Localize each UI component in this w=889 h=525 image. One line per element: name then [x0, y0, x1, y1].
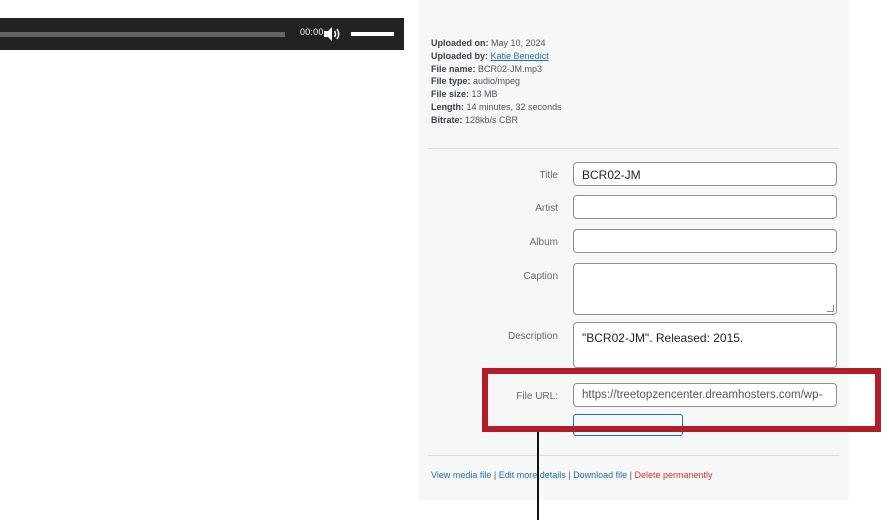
divider	[428, 148, 839, 149]
file-size-label: File size:	[431, 89, 470, 100]
uploaded-by-label: Uploaded by:	[431, 50, 489, 61]
speaker-icon[interactable]	[322, 26, 342, 42]
audio-player: 00:00	[0, 18, 404, 50]
view-media-file-link[interactable]: View media file	[431, 470, 491, 480]
description-label: Description	[507, 331, 558, 342]
divider	[428, 455, 839, 456]
annotation-pointer-line	[537, 432, 539, 520]
file-name-value: BCR02-JM.mp3	[478, 63, 543, 74]
file-metadata: Uploaded on: May 10, 2024 Uploaded by: K…	[431, 37, 562, 127]
title-field[interactable]: BCR02-JM	[573, 162, 837, 186]
volume-slider[interactable]	[351, 32, 394, 36]
bitrate-label: Bitrate:	[431, 114, 463, 125]
file-size-value: 13 MB	[471, 89, 498, 100]
file-url-highlight-box	[482, 368, 881, 432]
caption-field[interactable]	[573, 263, 837, 315]
title-label: Title	[539, 170, 558, 181]
attachment-actions: View media file | Edit more details | Do…	[431, 470, 713, 480]
file-type-value: audio/mpeg	[473, 76, 521, 87]
file-name-label: File name:	[431, 63, 476, 74]
delete-permanently-link[interactable]: Delete permanently	[634, 470, 712, 480]
separator: |	[491, 470, 499, 480]
audio-progress-bar[interactable]	[0, 32, 285, 37]
resize-handle[interactable]	[827, 305, 834, 312]
uploaded-on-value: May 10, 2024	[491, 38, 546, 48]
artist-label: Artist	[535, 203, 558, 214]
length-value: 14 minutes, 32 seconds	[466, 101, 562, 112]
edit-details-link[interactable]: Edit more details	[499, 470, 566, 480]
artist-field[interactable]	[573, 195, 837, 219]
caption-label: Caption	[523, 271, 558, 282]
uploaded-on-label: Uploaded on:	[431, 38, 489, 48]
download-file-link[interactable]: Download file	[573, 470, 627, 480]
bitrate-value: 128kb/s CBR	[465, 114, 519, 125]
length-label: Length:	[431, 101, 464, 112]
album-field[interactable]	[573, 229, 837, 253]
description-field[interactable]: "BCR02-JM". Released: 2015.	[573, 322, 837, 368]
audio-time: 00:00	[300, 27, 324, 37]
file-type-label: File type:	[431, 76, 471, 87]
uploader-link[interactable]: Katie Benedict	[491, 51, 549, 61]
album-label: Album	[529, 237, 558, 248]
separator: |	[565, 470, 574, 480]
